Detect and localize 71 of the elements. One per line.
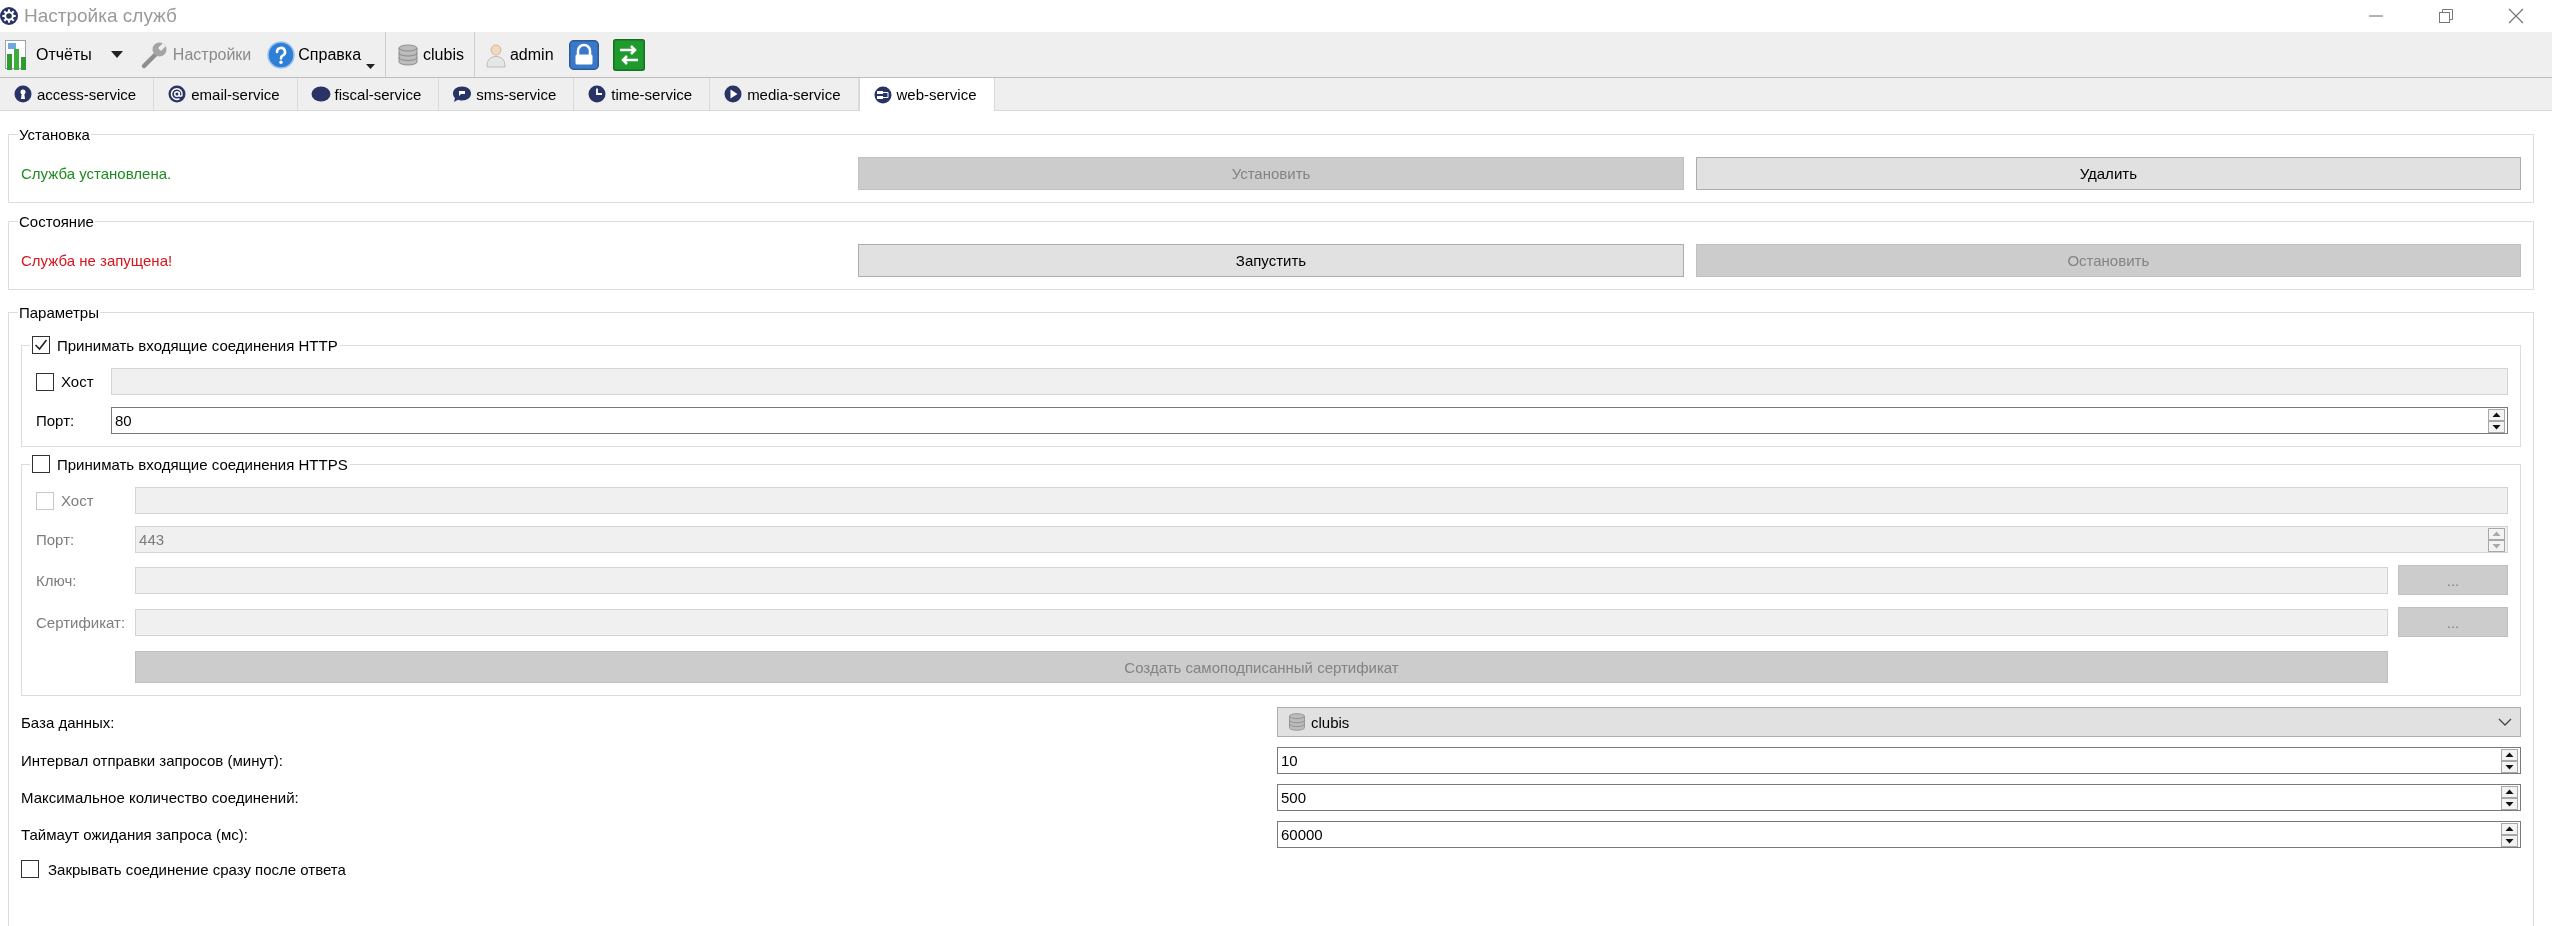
tab[interactable]: media-service <box>710 78 859 110</box>
checkbox-label: Принимать входящие соединения HTTPS <box>57 455 348 473</box>
key-field[interactable] <box>135 566 2388 594</box>
field-label: База данных: <box>21 713 116 731</box>
group-title: Установка <box>18 126 91 143</box>
checkbox-label: Хост <box>61 373 94 390</box>
spin-down-icon[interactable] <box>2501 797 2518 810</box>
host-field[interactable] <box>111 368 2508 395</box>
help-icon <box>267 40 296 69</box>
tab[interactable]: access-service <box>0 78 155 110</box>
database-dropdown[interactable]: clubis <box>1277 707 2521 737</box>
checkbox[interactable] <box>21 860 39 878</box>
group-title: Параметры <box>18 304 100 321</box>
host-field[interactable] <box>135 487 2508 514</box>
status-text: Служба установлена. <box>21 165 172 182</box>
checkbox[interactable] <box>32 336 50 354</box>
spin-up-icon[interactable] <box>2501 822 2518 835</box>
field-label: Сертификат: <box>36 613 126 631</box>
spin-up-icon[interactable] <box>2501 785 2518 798</box>
field-label: Таймаут ожидания запроса (мс): <box>21 826 249 843</box>
database-icon <box>1287 712 1307 732</box>
group-title: Состояние <box>18 213 95 230</box>
caret-icon <box>366 63 376 69</box>
tab[interactable]: fiscal-service <box>297 78 440 110</box>
user-button[interactable]: admin <box>483 37 555 72</box>
number-field[interactable]: 10 <box>1277 747 2521 774</box>
database-icon <box>396 42 421 67</box>
help-button[interactable]: Справка <box>266 37 377 72</box>
remove-button[interactable]: Удалить <box>1695 157 2521 190</box>
tab[interactable]: web-service <box>858 78 995 111</box>
checkbox-label: Закрывать соединение сразу после ответа <box>48 860 346 878</box>
spin-down-icon[interactable] <box>2501 760 2518 773</box>
window-title: Настройка служб <box>24 5 177 27</box>
server-icon <box>872 85 893 104</box>
certificate-field[interactable] <box>135 608 2388 636</box>
port-field[interactable]: 80 <box>111 407 2508 434</box>
spin-up-icon[interactable] <box>2488 408 2505 421</box>
spin-up-icon[interactable] <box>2501 748 2518 761</box>
checkbox[interactable] <box>36 372 54 391</box>
status-text: Служба не запущена! <box>21 252 173 269</box>
field-label: Ключ: <box>36 571 78 589</box>
swap-arrows-icon[interactable] <box>612 38 645 71</box>
number-field[interactable]: 500 <box>1277 784 2521 811</box>
field-label: Порт: <box>36 412 76 429</box>
reports-button[interactable]: Отчёты <box>0 37 93 72</box>
tab[interactable]: time-service <box>574 78 711 110</box>
field-label: Интервал отправки запросов (минут): <box>21 752 284 769</box>
chevron-down-icon <box>2498 718 2512 726</box>
spin-down-icon[interactable] <box>2488 420 2505 433</box>
restore-icon[interactable] <box>2438 8 2454 24</box>
field-label: Максимальное количество соединений: <box>21 789 300 806</box>
caret-icon[interactable] <box>110 51 123 58</box>
database-button[interactable]: clubis <box>395 37 465 72</box>
lock-icon[interactable] <box>568 39 599 70</box>
clock-icon <box>587 85 608 103</box>
play-icon <box>723 85 744 103</box>
keyhole-icon <box>13 85 33 103</box>
speech-bubble-icon <box>452 85 473 103</box>
checkbox-label: Хост <box>61 492 94 509</box>
field-label: Порт: <box>36 531 76 548</box>
checkbox-label: Принимать входящие соединения HTTP <box>57 336 338 354</box>
start-button[interactable]: Запустить <box>858 244 1684 277</box>
tab[interactable]: sms-service <box>439 78 575 110</box>
close-icon[interactable] <box>2508 8 2524 24</box>
checkbox[interactable] <box>32 455 50 473</box>
at-sign-icon <box>167 85 188 103</box>
disc-icon <box>310 85 331 103</box>
tab[interactable]: email-service <box>154 78 298 110</box>
spin-down-icon[interactable] <box>2501 834 2518 847</box>
number-field[interactable]: 60000 <box>1277 821 2521 848</box>
user-icon <box>484 41 507 68</box>
